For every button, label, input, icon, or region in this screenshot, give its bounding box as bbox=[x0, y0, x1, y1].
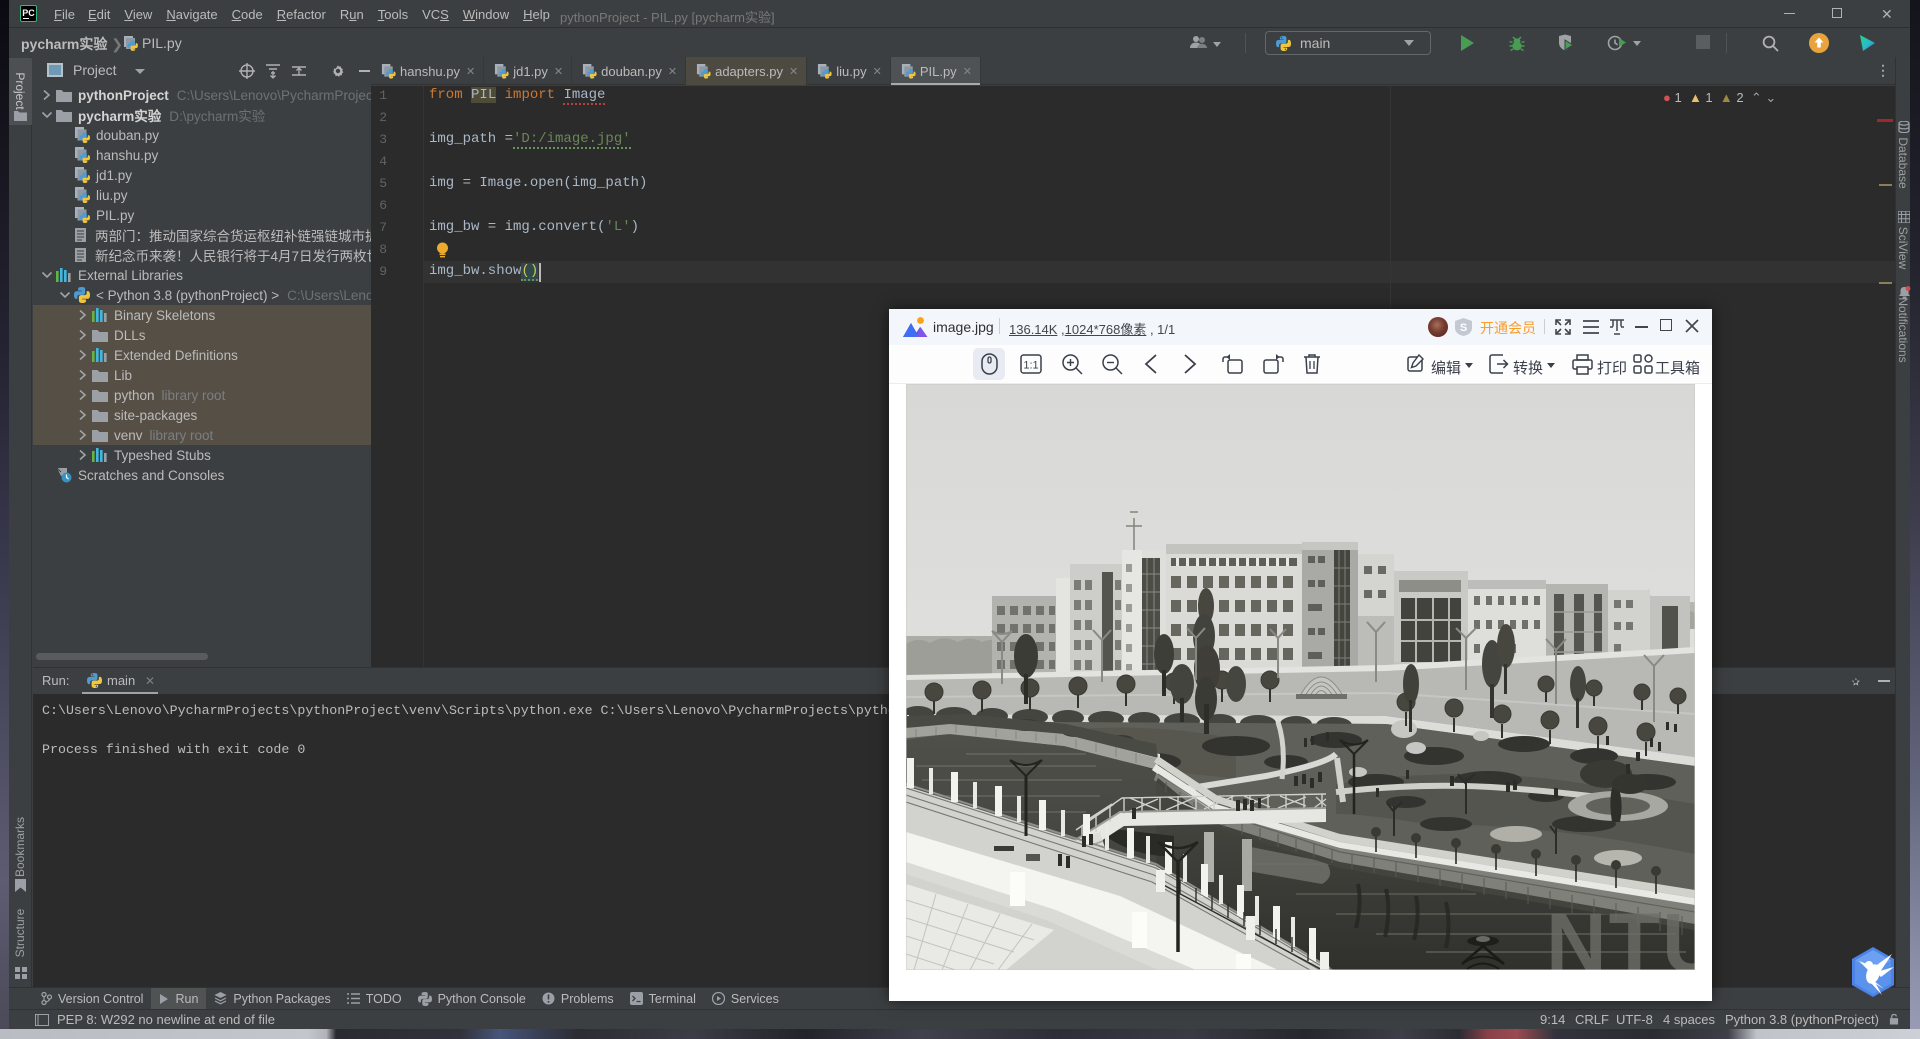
svg-text:S: S bbox=[1460, 322, 1467, 334]
svg-text:NTU: NTU bbox=[1546, 896, 1695, 970]
svg-text:1:1: 1:1 bbox=[1023, 360, 1038, 372]
